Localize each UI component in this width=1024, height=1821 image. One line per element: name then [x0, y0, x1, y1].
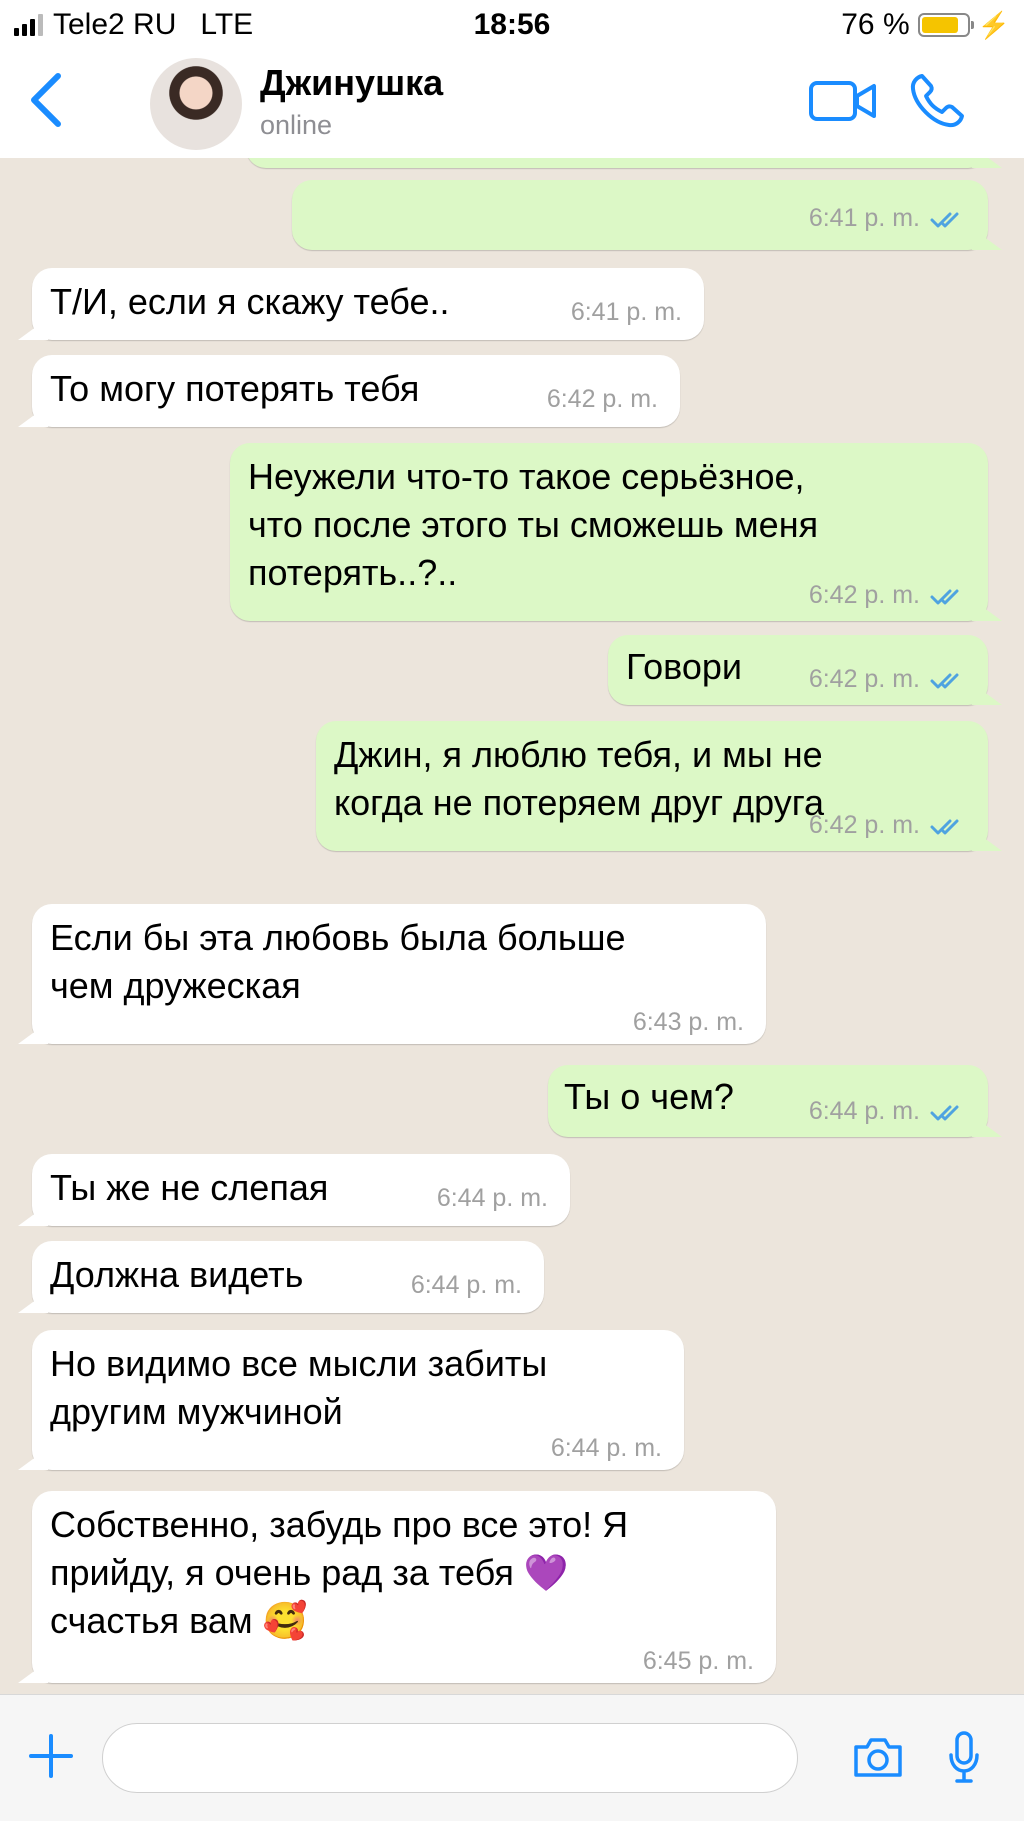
- message-bubble-incoming[interactable]: Т/И, если я скажу тебе.. 6:41 p. m.: [32, 268, 704, 340]
- message-text: То могу потерять тебя: [50, 368, 420, 409]
- message-text: Собственно, забудь про все это! Я прийду…: [50, 1504, 629, 1641]
- camera-icon: [854, 1738, 902, 1777]
- message-bubble-outgoing[interactable]: 6:41 p. m.: [292, 180, 988, 250]
- message-time: 6:44 p. m.: [808, 1097, 920, 1125]
- message-bubble-outgoing[interactable]: Говори 6:42 p. m.: [608, 635, 988, 705]
- double-check-icon: [930, 589, 959, 605]
- message-text: Должна видеть: [50, 1254, 304, 1295]
- message-text: Но видимо все мысли забиты другим мужчин…: [50, 1343, 548, 1432]
- phone-icon: [910, 74, 964, 128]
- message-time: 6:44 p. m.: [550, 1434, 662, 1462]
- message-time: 6:42 p. m.: [808, 811, 920, 839]
- message-time: 6:42 p. m.: [808, 665, 920, 693]
- message-time: 6:43 p. m.: [632, 1008, 744, 1036]
- voice-call-button[interactable]: [908, 72, 966, 135]
- double-check-icon: [930, 819, 959, 835]
- video-camera-icon: [809, 81, 876, 121]
- chat-header: Джинушка online: [0, 50, 1024, 159]
- partial-message-bubble[interactable]: [246, 158, 988, 168]
- message-bubble-incoming[interactable]: Собственно, забудь про все это! Я прийду…: [32, 1491, 776, 1683]
- message-bubble-outgoing[interactable]: Неужели что-то такое серьёзное, что посл…: [230, 443, 988, 621]
- message-time: 6:42 p. m.: [808, 581, 920, 609]
- charging-icon: ⚡: [977, 9, 1010, 40]
- message-bubble-outgoing[interactable]: Ты о чем? 6:44 p. m.: [548, 1065, 988, 1137]
- double-check-icon: [930, 673, 959, 689]
- chevron-left-icon: [31, 73, 61, 127]
- message-bubble-incoming[interactable]: Если бы эта любовь была больше чем друже…: [32, 904, 766, 1044]
- message-bubble-incoming[interactable]: Но видимо все мысли забиты другим мужчин…: [32, 1330, 684, 1470]
- message-text: Говори: [626, 646, 742, 687]
- status-bar: Tele2 RU LTE 18:56 76 % ⚡: [0, 0, 1024, 50]
- message-time: 6:44 p. m.: [436, 1184, 548, 1212]
- message-bubble-incoming[interactable]: Ты же не слепая 6:44 p. m.: [32, 1154, 570, 1226]
- message-bubble-outgoing[interactable]: Джин, я люблю тебя, и мы не когда не пот…: [316, 721, 988, 851]
- plus-icon: [29, 1734, 73, 1778]
- video-call-button[interactable]: [808, 78, 878, 129]
- message-time: 6:44 p. m.: [410, 1271, 522, 1299]
- camera-button[interactable]: [852, 1735, 904, 1784]
- message-time: 6:41 p. m.: [808, 204, 920, 232]
- message-text: Ты о чем?: [564, 1076, 734, 1117]
- message-bubble-incoming[interactable]: Должна видеть 6:44 p. m.: [32, 1241, 544, 1313]
- double-check-icon: [930, 1105, 959, 1121]
- message-text: Если бы эта любовь была больше чем друже…: [50, 917, 626, 1006]
- composer-bar: [0, 1694, 1024, 1821]
- attach-button[interactable]: [28, 1733, 74, 1784]
- back-button[interactable]: [22, 70, 72, 130]
- message-text: Неужели что-то такое серьёзное, что посл…: [248, 456, 819, 593]
- battery-icon: [917, 13, 974, 37]
- battery-percent: 76 %: [841, 8, 910, 41]
- contact-name[interactable]: Джинушка: [260, 62, 443, 104]
- message-text: Джин, я люблю тебя, и мы не когда не пот…: [334, 734, 825, 823]
- double-check-icon: [930, 212, 959, 228]
- microphone-icon: [949, 1731, 979, 1783]
- message-bubble-incoming[interactable]: То могу потерять тебя 6:42 p. m.: [32, 355, 680, 427]
- message-text: Т/И, если я скажу тебе..: [50, 281, 450, 322]
- message-input[interactable]: [102, 1723, 798, 1793]
- message-time: 6:42 p. m.: [546, 385, 658, 413]
- microphone-button[interactable]: [948, 1731, 980, 1790]
- chat-area: 6:41 p. m. Т/И, если я скажу тебе.. 6:41…: [0, 158, 1024, 1694]
- message-time: 6:41 p. m.: [570, 298, 682, 326]
- message-time: 6:45 p. m.: [642, 1647, 754, 1675]
- message-text: Ты же не слепая: [50, 1167, 329, 1208]
- avatar[interactable]: [150, 58, 242, 150]
- contact-status: online: [260, 110, 333, 140]
- status-bar-right: 76 % ⚡: [841, 8, 1010, 42]
